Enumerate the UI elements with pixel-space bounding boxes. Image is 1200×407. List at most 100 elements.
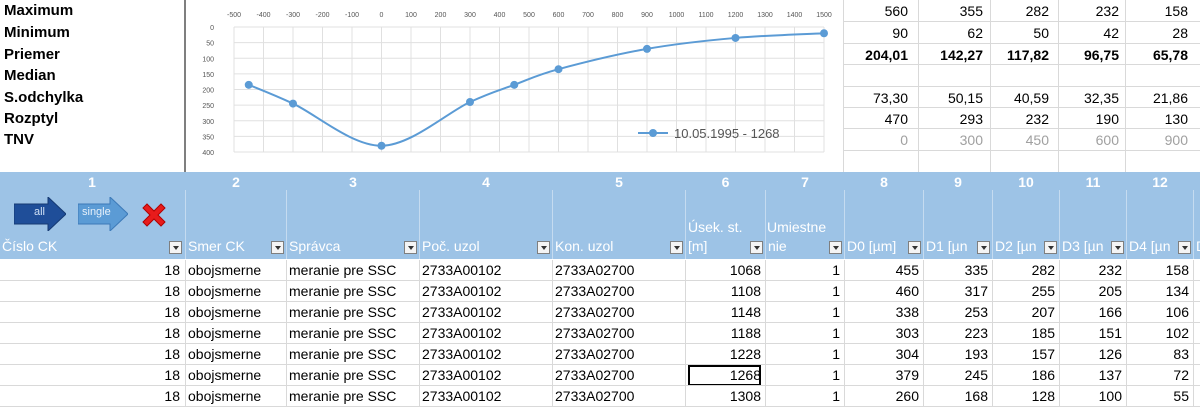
table-cell[interactable]: obojsmerne — [188, 344, 282, 365]
table-cell[interactable]: obojsmerne — [188, 281, 282, 302]
stat-value[interactable]: 62 — [919, 25, 983, 41]
filter-dropdown-button[interactable] — [169, 241, 182, 254]
table-cell[interactable]: 2733A00102 — [422, 260, 548, 281]
table-cell[interactable]: 2733A00102 — [422, 365, 548, 386]
table-cell[interactable]: 335 — [926, 260, 988, 281]
table-row[interactable]: 18 obojsmerne meranie pre SSC 2733A00102 273… — [0, 344, 1200, 365]
table-cell[interactable]: 379 — [847, 365, 919, 386]
table-cell[interactable]: 134 — [1129, 281, 1189, 302]
table-cell[interactable]: 126 — [1062, 344, 1122, 365]
table-cell[interactable]: 1 — [768, 281, 840, 302]
table-cell[interactable]: 128 — [995, 386, 1055, 407]
delete-button[interactable] — [139, 200, 169, 230]
table-cell[interactable]: 2733A02700 — [555, 260, 681, 281]
stat-value[interactable]: 0 — [844, 132, 908, 148]
stat-value[interactable]: 900 — [1124, 132, 1188, 148]
table-cell[interactable]: meranie pre SSC — [289, 386, 415, 407]
filter-dropdown-button[interactable] — [670, 241, 683, 254]
table-cell[interactable]: 168 — [926, 386, 988, 407]
table-cell[interactable]: 102 — [1129, 323, 1189, 344]
table-cell[interactable]: 2733A00102 — [422, 323, 548, 344]
table-cell[interactable]: 166 — [1062, 302, 1122, 323]
table-cell[interactable]: 157 — [995, 344, 1055, 365]
stat-value[interactable]: 117,82 — [985, 47, 1049, 63]
table-cell[interactable]: 151 — [1062, 323, 1122, 344]
all-button[interactable]: all — [13, 195, 67, 233]
table-cell[interactable]: 223 — [926, 323, 988, 344]
stat-value[interactable]: 21,86 — [1124, 90, 1188, 106]
table-cell[interactable]: 18 — [2, 260, 180, 281]
filter-dropdown-button[interactable] — [1178, 241, 1191, 254]
table-cell[interactable]: 1 — [768, 386, 840, 407]
table-cell[interactable]: obojsmerne — [188, 302, 282, 323]
table-cell[interactable]: 2733A02700 — [555, 386, 681, 407]
filter-dropdown-button[interactable] — [750, 241, 763, 254]
stat-value[interactable]: 470 — [844, 111, 908, 127]
stat-value[interactable]: 42 — [1055, 25, 1119, 41]
stat-value[interactable]: 600 — [1055, 132, 1119, 148]
stat-value[interactable]: 204,01 — [844, 47, 908, 63]
table-cell[interactable]: 232 — [1062, 260, 1122, 281]
table-cell[interactable]: 2733A02700 — [555, 302, 681, 323]
table-row[interactable]: 18 obojsmerne meranie pre SSC 2733A00102 273… — [0, 365, 1200, 386]
table-cell[interactable]: 1 — [768, 302, 840, 323]
selected-cell[interactable]: 1268 — [688, 365, 761, 386]
table-cell[interactable]: 205 — [1062, 281, 1122, 302]
filter-dropdown-button[interactable] — [404, 241, 417, 254]
table-cell[interactable]: 1 — [768, 344, 840, 365]
filter-dropdown-button[interactable] — [1111, 241, 1124, 254]
table-cell[interactable]: 193 — [926, 344, 988, 365]
table-cell[interactable]: meranie pre SSC — [289, 344, 415, 365]
stat-value[interactable]: 450 — [985, 132, 1049, 148]
table-cell[interactable]: 1 — [768, 365, 840, 386]
table-row[interactable]: 18 obojsmerne meranie pre SSC 2733A00102 273… — [0, 302, 1200, 323]
table-cell[interactable]: 2733A02700 — [555, 281, 681, 302]
stat-value[interactable]: 96,75 — [1055, 47, 1119, 63]
table-cell[interactable]: 1 — [768, 260, 840, 281]
table-cell[interactable]: meranie pre SSC — [289, 323, 415, 344]
table-cell[interactable]: obojsmerne — [188, 386, 282, 407]
table-cell[interactable]: 137 — [1062, 365, 1122, 386]
table-cell[interactable]: meranie pre SSC — [289, 281, 415, 302]
table-cell[interactable]: meranie pre SSC — [289, 260, 415, 281]
table-cell[interactable]: meranie pre SSC — [289, 302, 415, 323]
stat-value[interactable]: 232 — [1055, 3, 1119, 19]
table-cell[interactable]: 18 — [2, 365, 180, 386]
filter-dropdown-button[interactable] — [537, 241, 550, 254]
line-chart[interactable]: 0 50 100 150 200 250 300 350 400 -500 -400 -300 -200… — [186, 0, 841, 170]
table-cell[interactable]: 260 — [847, 386, 919, 407]
table-cell[interactable]: 1148 — [688, 302, 761, 323]
filter-dropdown-button[interactable] — [829, 241, 842, 254]
table-cell[interactable]: 1308 — [688, 386, 761, 407]
stat-value[interactable]: 190 — [1055, 111, 1119, 127]
stat-value[interactable]: 282 — [985, 3, 1049, 19]
stat-value[interactable]: 355 — [919, 3, 983, 19]
table-cell[interactable]: 303 — [847, 323, 919, 344]
table-cell[interactable]: obojsmerne — [188, 323, 282, 344]
stat-value[interactable]: 130 — [1124, 111, 1188, 127]
table-cell[interactable]: 460 — [847, 281, 919, 302]
table-cell[interactable]: 1228 — [688, 344, 761, 365]
chart-area[interactable]: 0 50 100 150 200 250 300 350 400 -500 -400 -300 -200… — [186, 0, 841, 170]
table-cell[interactable]: 253 — [926, 302, 988, 323]
table-cell[interactable]: 2733A02700 — [555, 344, 681, 365]
filter-dropdown-button[interactable] — [1044, 241, 1057, 254]
table-cell[interactable]: 158 — [1129, 260, 1189, 281]
table-cell[interactable]: 282 — [995, 260, 1055, 281]
table-cell[interactable]: 338 — [847, 302, 919, 323]
table-cell[interactable]: 72 — [1129, 365, 1189, 386]
table-cell[interactable]: 1108 — [688, 281, 761, 302]
stat-value[interactable]: 50,15 — [919, 90, 983, 106]
stat-value[interactable]: 40,59 — [985, 90, 1049, 106]
stat-value[interactable]: 293 — [919, 111, 983, 127]
table-cell[interactable]: 317 — [926, 281, 988, 302]
stat-value[interactable]: 300 — [919, 132, 983, 148]
table-cell[interactable]: 185 — [995, 323, 1055, 344]
table-cell[interactable]: meranie pre SSC — [289, 365, 415, 386]
table-cell[interactable]: 18 — [2, 281, 180, 302]
table-cell[interactable]: 18 — [2, 323, 180, 344]
table-cell[interactable]: obojsmerne — [188, 260, 282, 281]
table-cell[interactable]: 106 — [1129, 302, 1189, 323]
stat-value[interactable]: 560 — [844, 3, 908, 19]
table-cell[interactable]: 207 — [995, 302, 1055, 323]
